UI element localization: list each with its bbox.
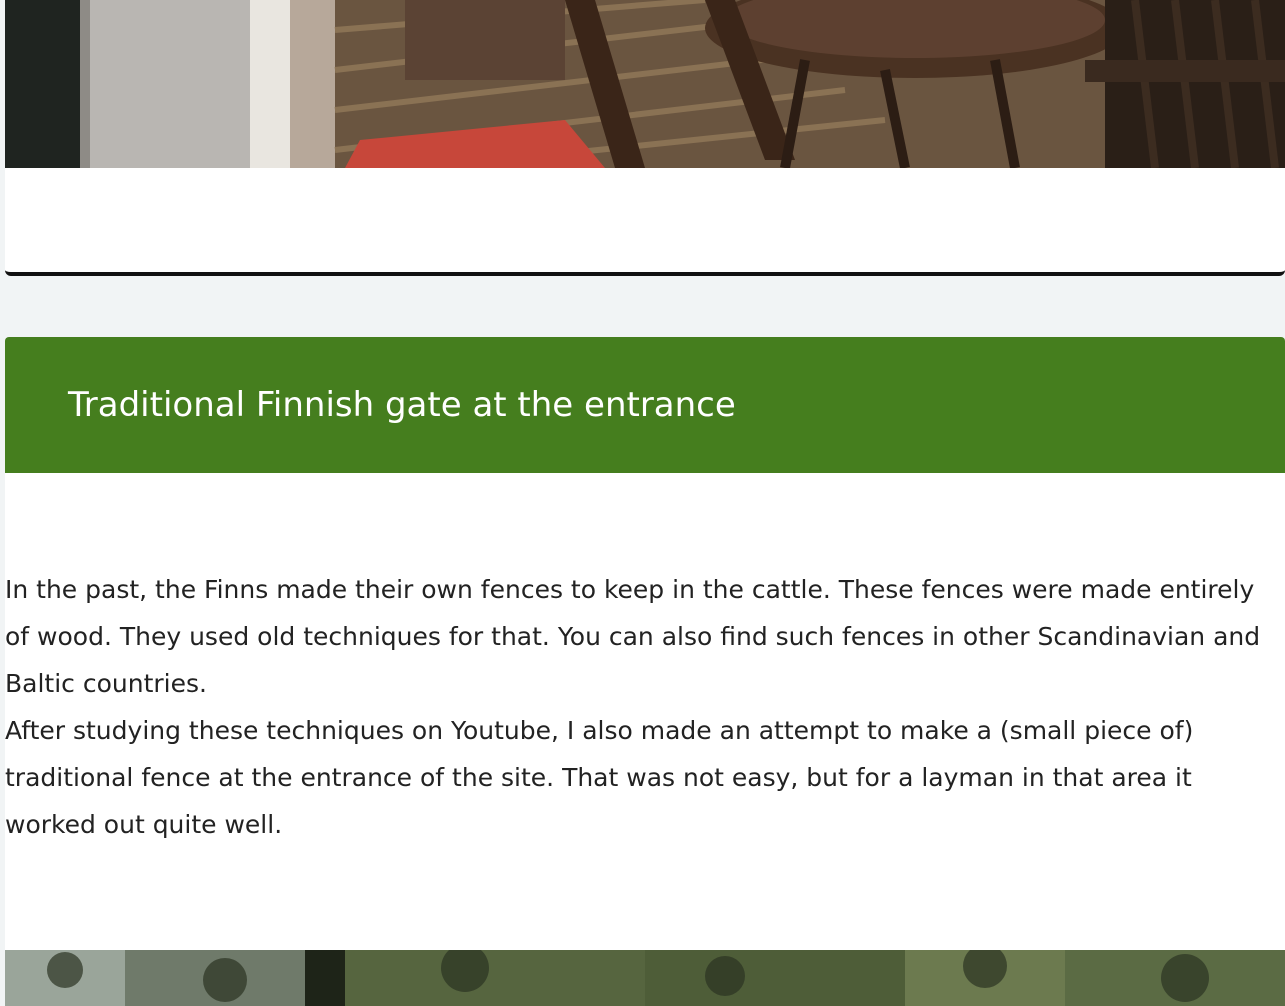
section-header: Traditional Finnish gate at the entrance [5, 337, 1285, 473]
page: Traditional Finnish gate at the entrance… [0, 0, 1285, 1006]
deck-photo [5, 0, 1285, 168]
paragraph-2: After studying these techniques on Youtu… [5, 716, 1194, 839]
section-title: Traditional Finnish gate at the entrance [68, 385, 736, 425]
section-body: In the past, the Finns made their own fe… [5, 473, 1285, 950]
paragraph-1: In the past, the Finns made their own fe… [5, 575, 1261, 698]
photo-card [5, 0, 1285, 276]
section-text: In the past, the Finns made their own fe… [5, 566, 1277, 848]
forest-photo [5, 950, 1285, 1006]
